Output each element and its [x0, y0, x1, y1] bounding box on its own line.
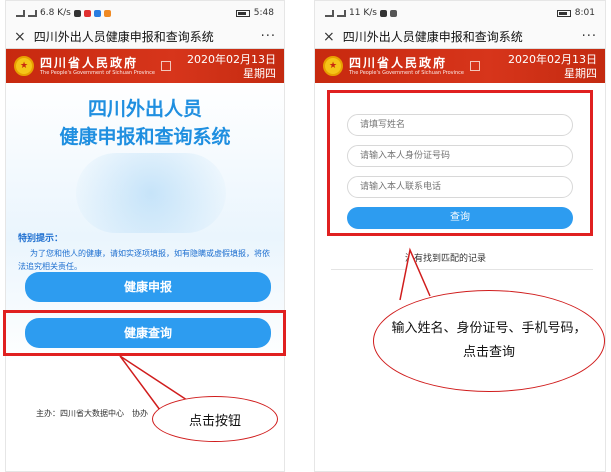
- app-title-bar: × 四川外出人员健康申报和查询系统 ···: [315, 25, 605, 49]
- signal-icon: [28, 9, 37, 17]
- signal-icon: [337, 9, 346, 17]
- notice-title: 特别提示：: [18, 234, 64, 244]
- date-text: 2020年02月13日: [508, 53, 597, 66]
- gov-name: 四川省人民政府 The People's Government of Sichu…: [349, 57, 464, 76]
- hero-decoration: [76, 153, 226, 233]
- gov-name-cn: 四川省人民政府: [40, 55, 139, 70]
- emblem-icon: ★: [323, 56, 343, 76]
- seal-icon: [470, 61, 480, 71]
- app-notification-icon: [93, 9, 101, 17]
- status-icons-left: 6.8 K/s: [16, 8, 111, 18]
- status-bar: 11 K/s 8:01: [315, 1, 605, 25]
- gov-name: 四川省人民政府 The People's Government of Sichu…: [40, 57, 155, 76]
- page-title: 四川外出人员健康申报和查询系统: [33, 30, 214, 44]
- app-notification-icon: [379, 9, 387, 17]
- notice-block: 特别提示： 为了您和他人的健康，请如实逐项填报，如有隐瞒或虚假填报，将依法追究相…: [18, 231, 273, 273]
- status-icons-left: 11 K/s: [325, 8, 397, 18]
- network-speed: 11 K/s: [349, 8, 377, 18]
- gov-date: 2020年02月13日 星期四: [187, 53, 276, 81]
- status-icons-right: 8:01: [556, 8, 595, 18]
- footer-organizer: 主办：四川省大数据中心 协办: [36, 409, 148, 418]
- app-notification-icon: [73, 9, 81, 17]
- clock: 5:48: [253, 8, 274, 18]
- phone-screen-right: 11 K/s 8:01 × 四川外出人员健康申报和查询系统 ··· ★ 四川省人…: [314, 0, 606, 472]
- status-bar: 6.8 K/s 5:48: [6, 1, 284, 25]
- gov-banner: ★ 四川省人民政府 The People's Government of Sic…: [6, 49, 284, 83]
- network-speed: 6.8 K/s: [40, 8, 71, 18]
- more-icon[interactable]: ···: [261, 29, 276, 44]
- emblem-icon: ★: [14, 56, 34, 76]
- app-notification-icon: [83, 9, 91, 17]
- gov-banner: ★ 四川省人民政府 The People's Government of Sic…: [315, 49, 605, 83]
- gov-name-en: The People's Government of Sichuan Provi…: [40, 69, 155, 76]
- callout-enter-info: 输入姓名、身份证号、手机号码，点击查询: [373, 290, 605, 392]
- status-icons-right: 5:48: [235, 8, 274, 18]
- signal-icon: [325, 9, 334, 17]
- more-icon[interactable]: ···: [582, 29, 597, 44]
- system-title-line2: 健康申报和查询系统: [59, 126, 231, 148]
- seal-icon: [161, 61, 171, 71]
- signal-icon: [16, 9, 25, 17]
- callout-click-button: 点击按钮: [152, 396, 278, 442]
- app-notification-icon: [103, 9, 111, 17]
- system-title: 四川外出人员 健康申报和查询系统: [6, 83, 284, 151]
- highlight-box-form: [327, 90, 593, 236]
- page-title: 四川外出人员健康申报和查询系统: [342, 30, 523, 44]
- weekday-text: 星期四: [243, 67, 276, 80]
- app-title-bar: × 四川外出人员健康申报和查询系统 ···: [6, 25, 284, 49]
- clock: 8:01: [574, 8, 595, 18]
- battery-icon: [235, 9, 250, 17]
- divider: [331, 269, 593, 270]
- battery-icon: [556, 9, 571, 17]
- system-title-line1: 四川外出人员: [87, 98, 202, 120]
- gov-date: 2020年02月13日 星期四: [508, 53, 597, 81]
- screenshot-composite: 6.8 K/s 5:48 × 四川外出人员健康申报和查询系统 ··· ★ 四川省…: [0, 0, 611, 472]
- notice-body: 为了您和他人的健康，请如实逐项填报，如有隐瞒或虚假填报，将依法追究相关责任。: [18, 249, 270, 271]
- health-report-button[interactable]: 健康申报: [25, 272, 271, 302]
- weekday-text: 星期四: [564, 67, 597, 80]
- app-notification-icon: [389, 9, 397, 17]
- gov-name-cn: 四川省人民政府: [349, 55, 448, 70]
- gov-name-en: The People's Government of Sichuan Provi…: [349, 69, 464, 76]
- no-record-message: 没有找到匹配的记录: [405, 254, 487, 264]
- close-icon[interactable]: ×: [323, 29, 335, 45]
- close-icon[interactable]: ×: [14, 29, 26, 45]
- highlight-box-query-button: [3, 310, 286, 356]
- date-text: 2020年02月13日: [187, 53, 276, 66]
